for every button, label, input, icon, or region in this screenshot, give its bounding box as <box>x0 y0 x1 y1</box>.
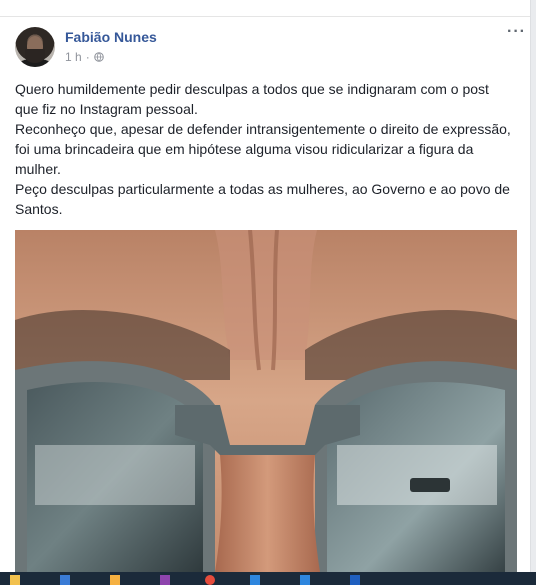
app-icon[interactable] <box>350 575 360 585</box>
app-icon[interactable] <box>60 575 70 585</box>
post-photo[interactable] <box>15 230 517 572</box>
author-name[interactable]: Fabião Nunes <box>65 29 157 45</box>
avatar[interactable] <box>15 27 55 67</box>
message-paragraph: Reconheço que, apesar de defender intran… <box>15 121 511 177</box>
post-meta: 1 h · <box>65 50 104 64</box>
app-icon[interactable] <box>250 575 260 585</box>
folder-icon[interactable] <box>10 575 20 585</box>
photo-illustration <box>15 230 517 572</box>
os-taskbar <box>0 572 536 585</box>
app-icon[interactable] <box>110 575 120 585</box>
app-icon[interactable] <box>300 575 310 585</box>
message-paragraph: Peço desculpas particularmente a todas a… <box>15 181 510 217</box>
message-paragraph: Quero humildemente pedir desculpas a tod… <box>15 81 489 117</box>
browser-icon[interactable] <box>205 575 215 585</box>
post-card: Fabião Nunes 1 h · ··· Quero humildement… <box>0 0 531 572</box>
globe-icon[interactable] <box>93 52 104 62</box>
app-icon[interactable] <box>160 575 170 585</box>
post-time[interactable]: 1 h <box>65 50 82 64</box>
post-header: Fabião Nunes 1 h · ··· <box>15 24 525 71</box>
more-options-icon[interactable]: ··· <box>507 24 525 41</box>
meta-separator: · <box>85 50 90 64</box>
previous-post-edge <box>0 0 530 17</box>
post-message: Quero humildemente pedir desculpas a tod… <box>15 79 515 219</box>
